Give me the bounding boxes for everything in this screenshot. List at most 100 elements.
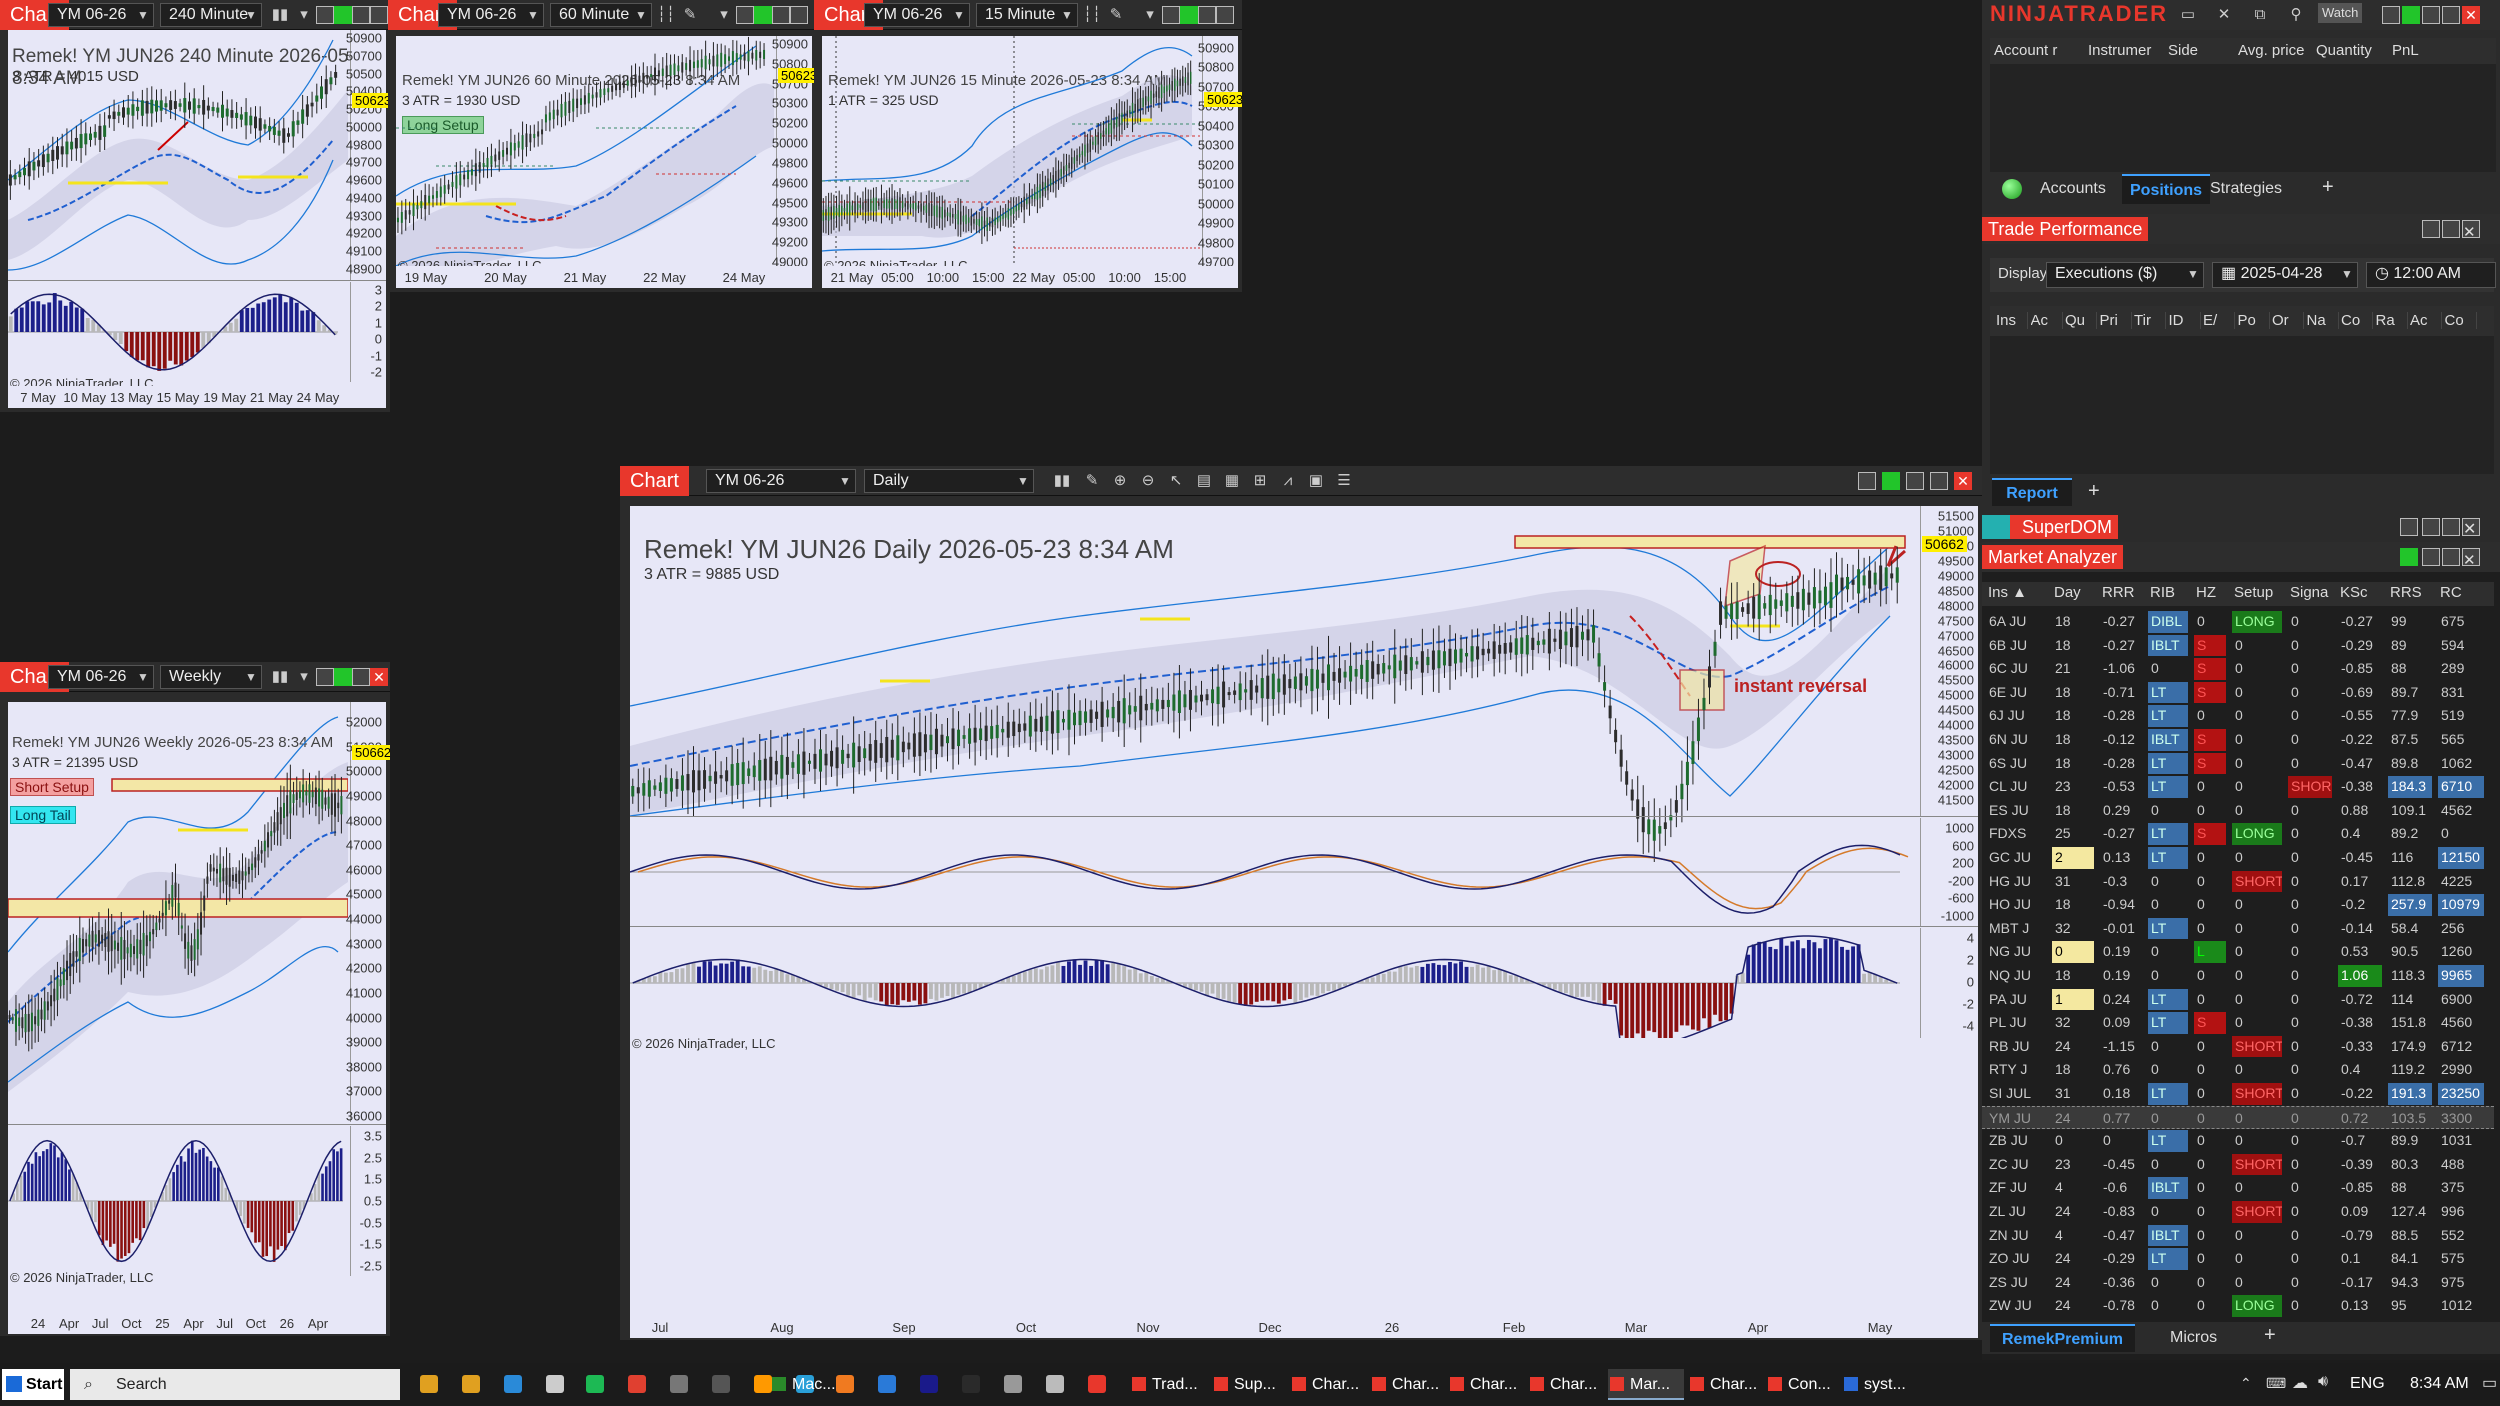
interval-selector[interactable]: 15 Minute ▼ <box>976 3 1078 27</box>
column-header[interactable]: Ac <box>2410 312 2442 329</box>
window-tile-button[interactable] <box>2400 518 2418 536</box>
analyzer-row[interactable]: SI JUL 31 0.18 LT 0 SHORT 0 -0.22 191.3 23250 <box>1982 1082 2494 1106</box>
keyboard-icon[interactable]: ⌨ <box>2266 1375 2286 1392</box>
column-header[interactable]: E/ <box>2203 312 2235 329</box>
minimize-button[interactable] <box>2422 548 2440 566</box>
link-green-button[interactable] <box>1882 472 1900 490</box>
taskbar-app-button[interactable]: Char... <box>1528 1369 1604 1400</box>
chevron-down-icon[interactable]: ▼ <box>243 666 259 688</box>
column-header[interactable]: RC <box>2440 584 2486 601</box>
column-header[interactable]: RRS <box>2390 584 2434 601</box>
analyzer-row[interactable]: RB JU 24 -1.15 0 0 SHORT 0 -0.33 174.9 6712 <box>1982 1035 2494 1059</box>
list-icon[interactable]: ☰ <box>1334 471 1354 491</box>
taskbar-pinned-icon[interactable] <box>670 1375 688 1393</box>
column-header[interactable]: Account r <box>1994 42 2088 59</box>
maximize-button[interactable] <box>2442 548 2460 566</box>
close-icon[interactable]: ✕ <box>2462 6 2480 24</box>
interval-selector[interactable]: Daily ▼ <box>864 469 1034 493</box>
analyzer-row[interactable]: NG JU 0 0.19 0 L 0 0 0.53 90.5 1260 <box>1982 940 2494 964</box>
draw-pen-icon[interactable]: ✎ <box>1106 5 1126 25</box>
maximize-button[interactable] <box>2442 6 2460 24</box>
instrument-selector[interactable]: YM 06-26 ▼ <box>48 3 154 27</box>
chart-plot-area[interactable]: Remek! YM JUN26 Daily 2026-05-23 8:34 AM… <box>630 506 1978 1338</box>
date-picker[interactable]: ▦ 2025-04-28 ▼ <box>2212 262 2358 288</box>
column-header[interactable]: HZ <box>2196 584 2228 601</box>
close-icon[interactable]: ✕ <box>2462 548 2480 569</box>
trend-icon[interactable]: ⩘ <box>1278 471 1298 491</box>
menu-chevron-icon[interactable]: ▾ <box>294 667 314 687</box>
column-header[interactable]: Ac <box>2031 312 2063 329</box>
column-header[interactable]: Co <box>2341 312 2373 329</box>
column-header[interactable]: Tir <box>2134 312 2166 329</box>
taskbar-pinned-icon[interactable] <box>878 1375 896 1393</box>
taskbar-pinned-icon[interactable] <box>1046 1375 1064 1393</box>
analyzer-row[interactable]: 6N JU 18 -0.12 IBLT S 0 0 -0.22 87.5 565 <box>1982 728 2494 752</box>
menu-chevron-icon[interactable]: ▾ <box>294 5 314 25</box>
taskbar-pinned-icon[interactable] <box>962 1375 980 1393</box>
analyzer-row[interactable]: ZO JU 24 -0.29 LT 0 0 0 0.1 84.1 575 <box>1982 1247 2494 1271</box>
templates-icon[interactable]: ▣ <box>1306 471 1326 491</box>
zoom-out-icon[interactable]: ⊖ <box>1138 471 1158 491</box>
minimize-button[interactable] <box>1906 472 1924 490</box>
instrument-selector[interactable]: YM 06-26 ▼ <box>864 3 970 27</box>
indicators-icon[interactable]: ⊞ <box>1250 471 1270 491</box>
chart-plot-area[interactable]: Remek! YM JUN26 60 Minute 2026-05-23 8:3… <box>396 36 816 288</box>
zoom-in-icon[interactable]: ⊕ <box>1110 471 1130 491</box>
column-header[interactable]: Ins ▲ <box>1988 584 2048 601</box>
close-icon[interactable]: ✕ <box>1954 472 1972 490</box>
chevron-down-icon[interactable]: ▼ <box>2185 263 2201 285</box>
column-header[interactable]: KSc <box>2340 584 2384 601</box>
column-header[interactable]: Side <box>2168 42 2238 59</box>
column-header[interactable]: Signa <box>2290 584 2334 601</box>
tools-icon[interactable]: ✕ <box>2214 5 2234 25</box>
pointer-icon[interactable]: ↖ <box>1166 471 1186 491</box>
analyzer-row[interactable]: 6S JU 18 -0.28 LT S 0 0 -0.47 89.8 1062 <box>1982 752 2494 776</box>
column-header[interactable]: PnL <box>2392 42 2452 59</box>
link-green-button[interactable] <box>754 6 772 24</box>
search-box[interactable]: ⌕ Search <box>70 1369 400 1400</box>
column-header[interactable]: Pri <box>2100 312 2132 329</box>
window-tile-button[interactable] <box>1858 472 1876 490</box>
link-green-button[interactable] <box>1180 6 1198 24</box>
link-green-button[interactable] <box>2402 6 2420 24</box>
chevron-down-icon[interactable]: ▼ <box>2339 263 2355 285</box>
taskbar-app-button[interactable]: Char... <box>1370 1369 1446 1400</box>
draw-pen-icon[interactable]: ✎ <box>1082 471 1102 491</box>
analyzer-row[interactable]: YM JU 24 0.77 0 0 0 0 0.72 103.5 3300 <box>1982 1105 2494 1130</box>
taskbar-pinned-icon[interactable] <box>462 1375 480 1393</box>
add-tab-button[interactable]: + <box>2322 176 2334 199</box>
column-header[interactable]: Day <box>2054 584 2096 601</box>
column-header[interactable]: RRR <box>2102 584 2144 601</box>
taskbar-pinned-icon[interactable] <box>504 1375 522 1393</box>
chart-plot-area[interactable]: Remek! YM JUN26 240 Minute 2026-05-23 8:… <box>8 30 390 408</box>
taskbar-pinned-icon[interactable] <box>628 1375 646 1393</box>
column-header[interactable]: Na <box>2307 312 2339 329</box>
bar-chart-icon[interactable]: ┆┆ <box>1082 5 1102 25</box>
column-header[interactable]: Avg. price <box>2238 42 2316 59</box>
start-button[interactable]: Start <box>2 1369 64 1400</box>
taskbar-pinned-icon[interactable] <box>1088 1375 1106 1393</box>
link-green-button[interactable] <box>334 668 352 686</box>
window-tile-button[interactable] <box>316 6 334 24</box>
maximize-button[interactable] <box>2442 518 2460 536</box>
interval-selector[interactable]: 60 Minute ▼ <box>550 3 652 27</box>
close-icon[interactable]: ✕ <box>370 668 388 686</box>
taskbar-pinned-icon[interactable] <box>586 1375 604 1393</box>
volume-icon[interactable]: 🔊︎ <box>2318 1373 2328 1391</box>
data-box-icon[interactable]: ▤ <box>1194 471 1214 491</box>
network-icon[interactable]: ☁ <box>2292 1373 2308 1393</box>
tab-strategies[interactable]: Strategies <box>2202 174 2290 204</box>
minimize-button[interactable] <box>352 668 370 686</box>
chart-tab[interactable]: Chart <box>620 466 689 496</box>
interval-selector[interactable]: Weekly ▼ <box>160 665 262 689</box>
draw-pen-icon[interactable]: ✎ <box>680 5 700 25</box>
taskbar-app-button[interactable]: Char... <box>1688 1369 1764 1400</box>
maximize-button[interactable] <box>2442 220 2460 238</box>
minimize-button[interactable] <box>2422 6 2440 24</box>
watch-label[interactable]: Watch <box>2318 3 2363 23</box>
chevron-down-icon[interactable]: ▼ <box>525 4 541 26</box>
chevron-down-icon[interactable]: ▼ <box>951 4 967 26</box>
language-indicator[interactable]: ENG <box>2350 1375 2385 1393</box>
close-icon[interactable]: ✕ <box>2462 518 2480 538</box>
workspace-icon[interactable]: ⧉ <box>2250 5 2270 25</box>
